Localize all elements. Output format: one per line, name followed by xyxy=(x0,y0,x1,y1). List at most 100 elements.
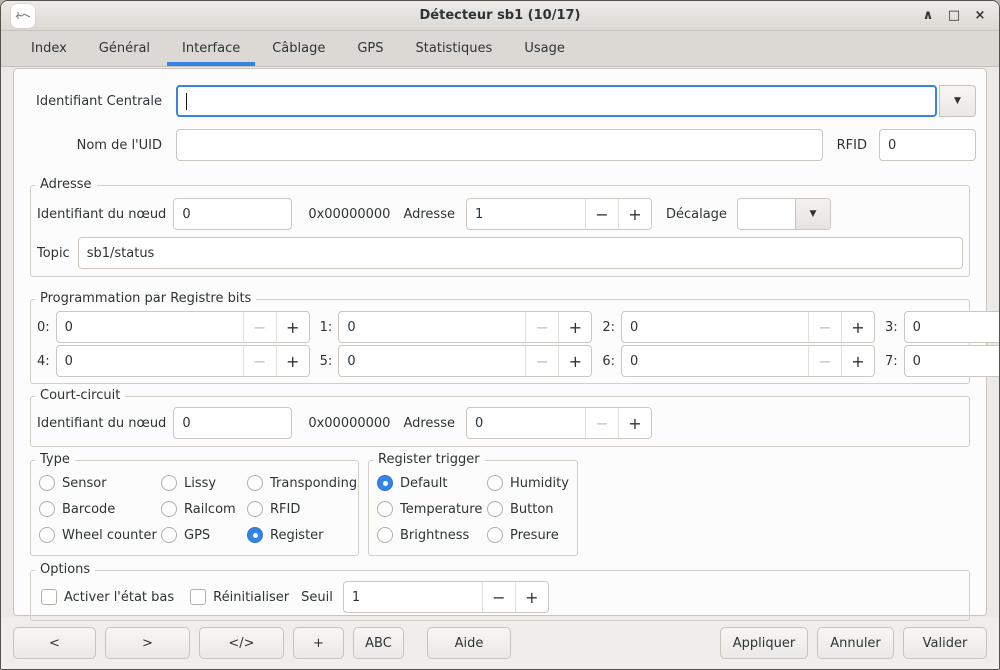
topic-input[interactable] xyxy=(78,237,963,269)
radio-icon[interactable] xyxy=(161,501,177,517)
radio-icon[interactable] xyxy=(487,501,503,517)
type-option-lissy[interactable]: Lissy xyxy=(161,471,247,495)
dialog-window: Détecteur sb1 (10/17) ∧ □ × Index Généra… xyxy=(0,0,1000,670)
register-1-increment-button[interactable]: + xyxy=(558,312,591,342)
adresse-decrement-button[interactable]: − xyxy=(585,199,618,229)
close-icon[interactable]: × xyxy=(971,7,989,25)
trigger-option-temperature[interactable]: Temperature xyxy=(377,497,487,521)
register-4-increment-button[interactable]: + xyxy=(276,346,309,376)
type-option-wheel-counter[interactable]: Wheel counter xyxy=(39,523,161,547)
type-option-sensor[interactable]: Sensor xyxy=(39,471,161,495)
type-option-railcom[interactable]: Railcom xyxy=(161,497,247,521)
radio-icon[interactable] xyxy=(161,527,177,543)
identifiant-centrale-label: Identifiant Centrale xyxy=(24,94,162,109)
register-5-input[interactable] xyxy=(339,346,525,376)
adresse-input[interactable] xyxy=(467,199,585,229)
help-button[interactable]: Aide xyxy=(427,627,511,659)
tab-usage[interactable]: Usage xyxy=(508,31,581,66)
radio-icon[interactable] xyxy=(247,501,263,517)
register-0-increment-button[interactable]: + xyxy=(276,312,309,342)
tab-cablage[interactable]: Câblage xyxy=(256,31,341,66)
tab-index[interactable]: Index xyxy=(15,31,83,66)
radio-checked-icon[interactable] xyxy=(247,527,263,543)
ok-button[interactable]: Valider xyxy=(903,627,987,659)
register-7-input[interactable] xyxy=(905,346,1000,376)
seuil-decrement-button[interactable]: − xyxy=(482,582,515,612)
cc-adresse-decrement-button[interactable]: − xyxy=(585,408,618,438)
next-button[interactable]: > xyxy=(105,627,190,659)
register-1-decrement-button[interactable]: − xyxy=(525,312,558,342)
add-button[interactable]: + xyxy=(293,627,344,659)
register-0-input[interactable] xyxy=(57,312,243,342)
type-option-transponding[interactable]: Transponding xyxy=(247,471,357,495)
shade-icon[interactable]: ∧ xyxy=(919,7,937,25)
radio-icon[interactable] xyxy=(39,475,55,491)
seuil-increment-button[interactable]: + xyxy=(515,582,548,612)
type-option-gps[interactable]: GPS xyxy=(161,523,247,547)
trigger-option-brightness[interactable]: Brightness xyxy=(377,523,487,547)
radio-icon[interactable] xyxy=(377,501,393,517)
nom-uid-input[interactable] xyxy=(176,129,823,161)
maximize-icon[interactable]: □ xyxy=(945,7,963,25)
code-button[interactable]: </> xyxy=(199,627,284,659)
trigger-option-button[interactable]: Button xyxy=(487,497,569,521)
register-6-increment-button[interactable]: + xyxy=(841,346,874,376)
topic-label: Topic xyxy=(37,246,70,261)
tab-general[interactable]: Général xyxy=(83,31,166,66)
identifiant-centrale-input[interactable] xyxy=(176,85,937,117)
register-1-input[interactable] xyxy=(339,312,525,342)
register-2-spinner: − + xyxy=(621,311,875,343)
radio-icon[interactable] xyxy=(487,475,503,491)
tab-interface[interactable]: Interface xyxy=(166,31,256,66)
option-activer-etat-bas[interactable]: Activer l'état bas xyxy=(41,585,174,609)
decalage-dropdown-button[interactable]: ▼ xyxy=(795,199,830,229)
radio-icon[interactable] xyxy=(377,527,393,543)
tab-gps[interactable]: GPS xyxy=(341,31,399,66)
type-option-rfid[interactable]: RFID xyxy=(247,497,357,521)
radio-checked-icon[interactable] xyxy=(377,475,393,491)
trigger-option-presure[interactable]: Presure xyxy=(487,523,569,547)
type-option-register[interactable]: Register xyxy=(247,523,357,547)
registres-group-title: Programmation par Registre bits xyxy=(35,291,256,306)
options-group-title: Options xyxy=(35,562,95,577)
prev-button[interactable]: < xyxy=(13,627,96,659)
cancel-button[interactable]: Annuler xyxy=(817,627,894,659)
seuil-input[interactable] xyxy=(344,582,482,612)
tab-statistiques[interactable]: Statistiques xyxy=(400,31,509,66)
radio-icon[interactable] xyxy=(39,527,55,543)
radio-icon[interactable] xyxy=(487,527,503,543)
radio-icon[interactable] xyxy=(39,501,55,517)
radio-icon[interactable] xyxy=(161,475,177,491)
titlebar[interactable]: Détecteur sb1 (10/17) ∧ □ × xyxy=(1,1,999,31)
cc-adresse-increment-button[interactable]: + xyxy=(618,408,651,438)
option-reinitialiser[interactable]: Réinitialiser xyxy=(190,585,289,609)
rfid-input[interactable] xyxy=(879,129,976,161)
register-2-decrement-button[interactable]: − xyxy=(808,312,841,342)
identifiant-centrale-dropdown-button[interactable]: ▼ xyxy=(939,85,976,117)
register-1-label: 1: xyxy=(320,320,333,335)
cc-node-id-input[interactable] xyxy=(173,407,292,439)
apply-button[interactable]: Appliquer xyxy=(720,627,808,659)
node-id-input[interactable] xyxy=(173,198,292,230)
register-4-decrement-button[interactable]: − xyxy=(243,346,276,376)
checkbox-icon[interactable] xyxy=(190,589,206,605)
register-4-input[interactable] xyxy=(57,346,243,376)
type-option-barcode[interactable]: Barcode xyxy=(39,497,161,521)
register-0-decrement-button[interactable]: − xyxy=(243,312,276,342)
register-6-decrement-button[interactable]: − xyxy=(808,346,841,376)
trigger-option-default[interactable]: Default xyxy=(377,471,487,495)
register-3-input[interactable] xyxy=(905,312,1000,342)
register-5-decrement-button[interactable]: − xyxy=(525,346,558,376)
adresse-increment-button[interactable]: + xyxy=(618,199,651,229)
decalage-combo[interactable]: ▼ xyxy=(737,198,831,230)
register-2-input[interactable] xyxy=(622,312,808,342)
radio-icon[interactable] xyxy=(247,475,263,491)
register-3-spinner: − + xyxy=(904,311,1000,343)
register-5-increment-button[interactable]: + xyxy=(558,346,591,376)
register-2-increment-button[interactable]: + xyxy=(841,312,874,342)
register-6-input[interactable] xyxy=(622,346,808,376)
trigger-option-humidity[interactable]: Humidity xyxy=(487,471,569,495)
checkbox-icon[interactable] xyxy=(41,589,57,605)
abc-button[interactable]: ABC xyxy=(353,627,404,659)
cc-adresse-input[interactable] xyxy=(467,408,585,438)
